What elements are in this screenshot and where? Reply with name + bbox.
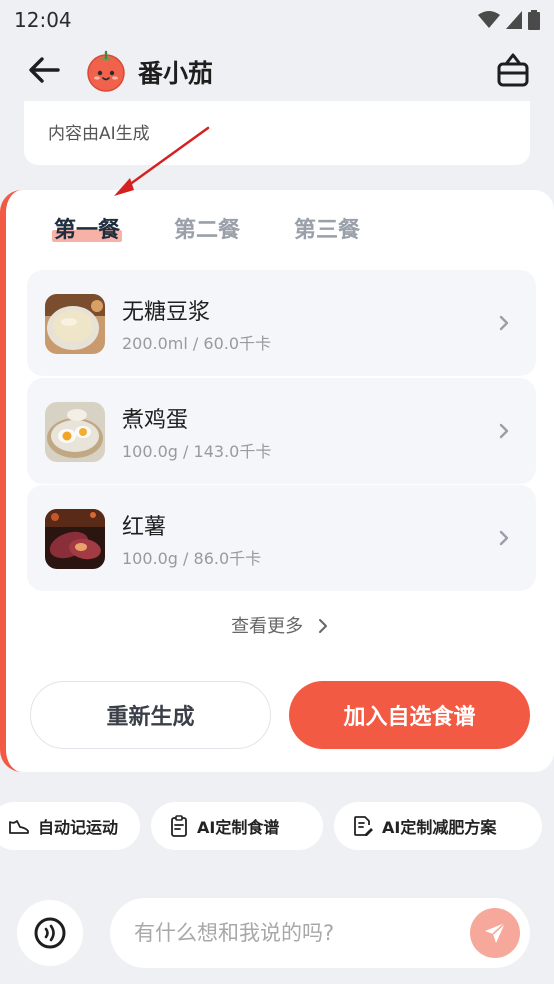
document-edit-icon [354, 816, 373, 836]
tab-label: 第二餐 [174, 218, 241, 243]
signal-icon [506, 11, 522, 29]
food-name: 煮鸡蛋 [122, 407, 189, 433]
chip-label: AI定制减肥方案 [382, 818, 497, 837]
tab-label: 第三餐 [294, 218, 361, 243]
tab-meal-2[interactable]: 第二餐 [174, 214, 240, 248]
chip-ai-recipe[interactable]: AI定制食谱 [151, 802, 323, 850]
chip-label: 自动记运动 [38, 818, 119, 837]
chevron-right-icon [318, 619, 327, 633]
food-item[interactable]: 煮鸡蛋 100.0g / 143.0千卡 [27, 377, 536, 484]
chip-ai-diet-plan[interactable]: AI定制减肥方案 [334, 802, 542, 850]
regenerate-button[interactable]: 重新生成 [30, 681, 271, 749]
wifi-icon [478, 11, 500, 28]
view-more-label: 查看更多 [231, 616, 304, 637]
meal-tabs: 第一餐 第二餐 第三餐 [52, 214, 414, 248]
tab-label: 第一餐 [54, 218, 121, 243]
boiled-egg-image [45, 401, 105, 462]
status-time: 12:04 [14, 8, 72, 32]
clipboard-icon [171, 815, 187, 837]
chevron-right-icon [499, 530, 509, 546]
food-detail: 200.0ml / 60.0千卡 [122, 334, 272, 353]
ai-content-card: 内容由AI生成 [24, 101, 530, 165]
basket-icon[interactable] [496, 52, 530, 88]
food-list: 无糖豆浆 200.0ml / 60.0千卡 煮鸡蛋 100.0g / 143.0… [27, 270, 536, 593]
app-header: 番小茄 [0, 40, 554, 100]
shoe-icon [9, 820, 29, 834]
food-name: 红薯 [122, 515, 167, 540]
status-bar: 12:04 [0, 0, 554, 40]
annotation-arrow [114, 126, 210, 196]
chat-input-container [110, 898, 530, 968]
chat-input[interactable] [134, 916, 454, 950]
meal-plan-card: 第一餐 第二餐 第三餐 无糖豆浆 200.0ml / 60.0千卡 煮鸡蛋 10… [0, 190, 554, 772]
add-to-recipes-button[interactable]: 加入自选食谱 [289, 681, 530, 749]
chevron-right-icon [499, 423, 509, 438]
send-button[interactable] [470, 908, 520, 958]
soy-milk-image [45, 294, 105, 354]
voice-input-button[interactable] [17, 900, 83, 966]
view-more-link[interactable]: 查看更多 [6, 612, 554, 638]
battery-icon [528, 10, 540, 30]
food-detail: 100.0g / 143.0千卡 [122, 441, 272, 461]
chip-auto-exercise[interactable]: 自动记运动 [0, 802, 140, 850]
back-arrow-icon[interactable] [26, 54, 62, 86]
food-item[interactable]: 红薯 100.0g / 86.0千卡 [27, 485, 536, 591]
send-icon [485, 922, 506, 943]
food-detail: 100.0g / 86.0千卡 [122, 549, 262, 568]
tomato-logo [87, 50, 125, 92]
app-title: 番小茄 [138, 59, 214, 88]
tab-meal-1[interactable]: 第一餐 [52, 214, 123, 248]
food-name: 无糖豆浆 [122, 300, 211, 325]
status-icons [478, 10, 540, 30]
food-item[interactable]: 无糖豆浆 200.0ml / 60.0千卡 [27, 270, 536, 376]
sweet-potato-image [45, 509, 105, 569]
tab-meal-3[interactable]: 第三餐 [294, 214, 360, 248]
chip-label: AI定制食谱 [197, 818, 280, 837]
voice-icon [34, 917, 66, 949]
chevron-right-icon [499, 315, 509, 331]
